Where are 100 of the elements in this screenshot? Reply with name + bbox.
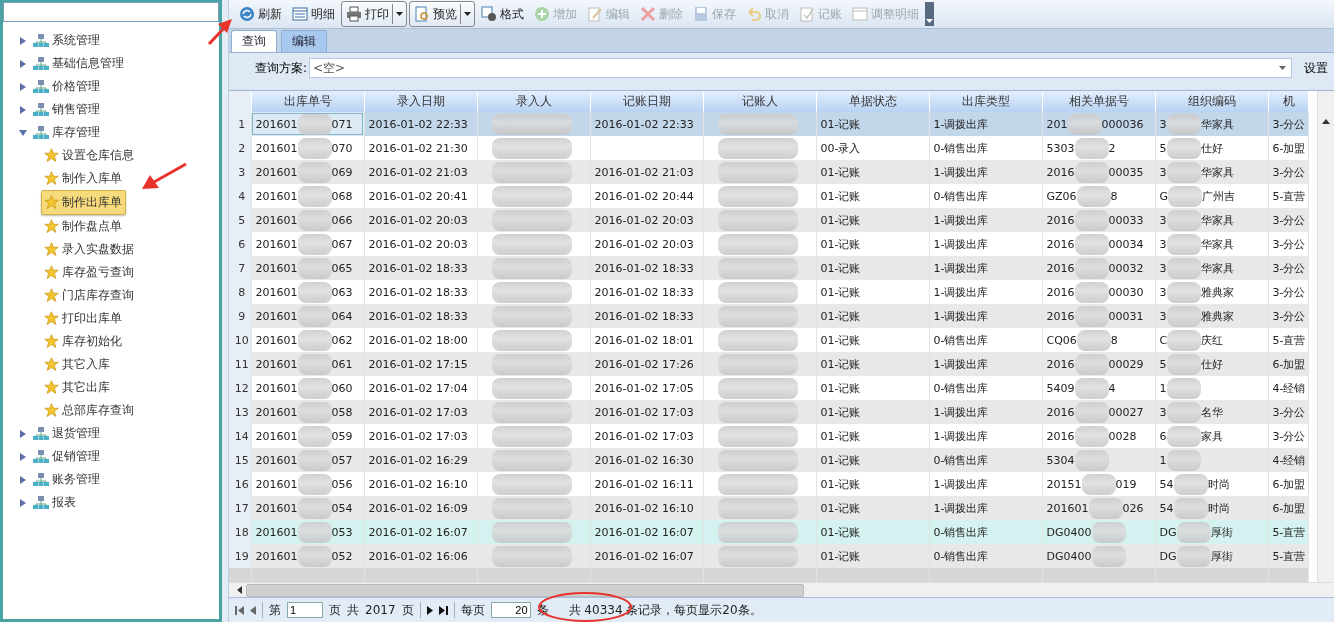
redaction-blur: [1166, 353, 1201, 375]
table-row[interactable]: 12 201601 060 2016-01-02 17:04 2016-01-02 17:05 01-记账 0-销售出库 5409 4 1 4-经销: [229, 376, 1308, 401]
horizontal-scrollbar[interactable]: [229, 582, 1334, 597]
row-number: 9: [229, 304, 251, 329]
column-header[interactable]: 记账人: [703, 91, 816, 112]
toolbar-button[interactable]: 明细: [288, 2, 339, 26]
tree-item[interactable]: 制作出库单: [41, 190, 126, 215]
table-row[interactable]: 5 201601 066 2016-01-02 20:03 2016-01-02 20:03 01-记账 1-调拨出库 2016 00033 3 华家具 3-分公: [229, 208, 1308, 233]
column-header[interactable]: 录入人: [477, 91, 590, 112]
arrow-left-icon[interactable]: [237, 586, 242, 594]
table-row[interactable]: 8 201601 063 2016-01-02 18:33 2016-01-02 18:33 01-记账 1-调拨出库 2016 00030 3 雅典家 3-分公: [229, 280, 1308, 305]
network-icon: [33, 472, 49, 487]
table-row[interactable]: 13 201601 058 2016-01-02 17:03 2016-01-02 17:03 01-记账 1-调拨出库 2016 00027 3 名华 3-分公: [229, 400, 1308, 425]
column-header[interactable]: 录入日期: [364, 91, 477, 112]
search-field[interactable]: [3, 2, 219, 22]
tree-item[interactable]: 制作盘点单: [3, 215, 122, 238]
tree-item[interactable]: 制作入库单: [3, 167, 122, 190]
tree-item[interactable]: 门店库存查询: [3, 284, 134, 307]
redaction-blur: [1088, 497, 1123, 519]
tree-item[interactable]: 其它入库: [3, 353, 110, 376]
table-row[interactable]: 2 201601 070 2016-01-02 21:30 00-录入 0-销售出库 5303 2 5 仕好 6-加盟: [229, 136, 1308, 161]
table-row[interactable]: 9 201601 064 2016-01-02 18:33 2016-01-02 18:33 01-记账 1-调拨出库 2016 00031 3 雅典家 3-分公: [229, 304, 1308, 329]
table-row[interactable]: 1 201601 071 2016-01-02 22:33 2016-01-02 22:33 01-记账 1-调拨出库 201 000036 3 华家具 3-分公: [229, 112, 1308, 136]
table-cell: 071: [331, 117, 353, 130]
overflow-button[interactable]: [925, 2, 934, 26]
caret-right-icon[interactable]: [19, 452, 27, 461]
table-row[interactable]: 4 201601 068 2016-01-02 20:41 2016-01-02 20:44 01-记账 0-销售出库 GZ06 8 G 广州吉 5-直营: [229, 184, 1308, 209]
table-cell: 00-录入: [820, 141, 861, 155]
tree-item[interactable]: 录入实盘数据: [3, 238, 134, 261]
column-header[interactable]: 出库单号: [251, 91, 364, 112]
table-cell: 2016-01-02 16:06: [368, 549, 468, 563]
table-cell: 4-经销: [1272, 381, 1306, 395]
toolbar-button[interactable]: 刷新: [235, 2, 286, 26]
table-row[interactable]: 10 201601 062 2016-01-02 18:00 2016-01-02 18:01 01-记账 0-销售出库 CQ06 8 C 庆红 5-直营: [229, 328, 1308, 353]
table-row[interactable]: 7 201601 065 2016-01-02 18:33 2016-01-02 18:33 01-记账 1-调拨出库 2016 00032 3 华家具 3-分公: [229, 256, 1308, 281]
tab[interactable]: 查询: [231, 30, 277, 52]
arrow-up-icon[interactable]: [1322, 119, 1330, 124]
table-row[interactable]: 18 201601 053 2016-01-02 16:07 2016-01-02 16:07 01-记账 0-销售出库 DG0400 DG 厚街 5-直营: [229, 520, 1308, 545]
tree-item[interactable]: 销售管理: [3, 98, 219, 121]
pager-label: 页: [329, 601, 341, 619]
column-header[interactable]: 出库类型: [929, 91, 1042, 112]
split-button[interactable]: 预览: [409, 1, 475, 27]
caret-right-icon[interactable]: [19, 498, 27, 507]
table-row[interactable]: 15 201601 057 2016-01-02 16:29 2016-01-02 16:30 01-记账 0-销售出库 5304 1 4-经销: [229, 448, 1308, 473]
caret-right-icon[interactable]: [19, 475, 27, 484]
toolbar-button[interactable]: 格式: [477, 2, 528, 26]
table-cell: 201601: [255, 429, 298, 443]
tree-item[interactable]: 设置仓库信息: [3, 144, 134, 167]
settings-link[interactable]: 设置: [1304, 59, 1328, 77]
next-page-icon[interactable]: [426, 605, 433, 615]
previous-page-icon[interactable]: [250, 605, 256, 615]
table-row[interactable]: 6 201601 067 2016-01-02 20:03 2016-01-02 20:03 01-记账 1-调拨出库 2016 00034 3 华家具 3-分公: [229, 232, 1308, 257]
caret-right-icon[interactable]: [19, 82, 27, 91]
caret-right-icon[interactable]: [19, 36, 27, 45]
tree-item[interactable]: 库存盈亏查询: [3, 261, 134, 284]
caret-right-icon[interactable]: [19, 105, 27, 114]
tree-item[interactable]: 账务管理: [3, 468, 219, 491]
vertical-scrollbar[interactable]: [1317, 91, 1334, 582]
caret-down-icon[interactable]: [392, 4, 406, 24]
column-header[interactable]: 相关单据号: [1042, 91, 1155, 112]
table-row[interactable]: 17 201601 054 2016-01-02 16:09 2016-01-02 16:10 01-记账 1-调拨出库 201601 026 54 时尚 6-加盟: [229, 496, 1308, 521]
row-number: 6: [229, 232, 251, 257]
tree-item[interactable]: 基础信息管理: [3, 52, 219, 75]
table-row[interactable]: 3 201601 069 2016-01-02 21:03 2016-01-02 21:03 01-记账 1-调拨出库 2016 00035 3 华家具 3-分公: [229, 160, 1308, 185]
tree-item[interactable]: 系统管理: [3, 29, 219, 52]
query-select[interactable]: <空>: [309, 58, 1292, 78]
caret-down-icon[interactable]: [460, 4, 474, 24]
tree-item[interactable]: 其它出库: [3, 376, 110, 399]
column-header[interactable]: 单据状态: [816, 91, 929, 112]
row-number: 15: [229, 448, 251, 473]
table-cell: 056: [331, 477, 353, 491]
table-cell: 3: [1159, 405, 1167, 419]
tree-item[interactable]: 退货管理: [3, 422, 219, 445]
tree-item[interactable]: 总部库存查询: [3, 399, 134, 422]
table-row[interactable]: 19 201601 052 2016-01-02 16:06 2016-01-02 16:07 01-记账 0-销售出库 DG0400 DG 厚街 5-直营: [229, 544, 1308, 569]
caret-down-icon: [926, 19, 933, 23]
column-header[interactable]: 机: [1268, 91, 1308, 112]
table-row[interactable]: 14 201601 059 2016-01-02 17:03 2016-01-02 17:03 01-记账 1-调拨出库 2016 0028 6 家具 3-分公: [229, 424, 1308, 449]
tree-item[interactable]: 报表: [3, 491, 219, 514]
tree-item[interactable]: 价格管理: [3, 75, 219, 98]
tab[interactable]: 编辑: [281, 30, 327, 52]
split-button[interactable]: 打印: [341, 1, 407, 27]
tree-item[interactable]: 库存管理: [3, 121, 219, 144]
table-cell: 华家具: [1200, 237, 1234, 251]
table-cell: 201601: [255, 381, 298, 395]
scroll-thumb[interactable]: [246, 583, 804, 597]
column-header[interactable]: 组织编码: [1155, 91, 1268, 112]
tree-item[interactable]: 打印出库单: [3, 307, 122, 330]
caret-right-icon[interactable]: [19, 59, 27, 68]
column-header[interactable]: 记账日期: [590, 91, 703, 112]
table-row[interactable]: 16 201601 056 2016-01-02 16:10 2016-01-02 16:11 01-记账 1-调拨出库 20151 019 54 时尚 6-加盟: [229, 472, 1308, 497]
row-number: 12: [229, 376, 251, 401]
page-field[interactable]: 1: [287, 602, 323, 618]
table-row[interactable]: 11 201601 061 2016-01-02 17:15 2016-01-02 17:26 01-记账 1-调拨出库 2016 00029 5 仕好 6-加盟: [229, 352, 1308, 377]
caret-right-icon[interactable]: [19, 429, 27, 438]
tree-item[interactable]: 库存初始化: [3, 330, 122, 353]
tree-item[interactable]: 促销管理: [3, 445, 219, 468]
last-page-icon[interactable]: [438, 605, 448, 615]
first-page-icon[interactable]: [235, 605, 244, 615]
page-size-field[interactable]: 20: [490, 602, 531, 618]
